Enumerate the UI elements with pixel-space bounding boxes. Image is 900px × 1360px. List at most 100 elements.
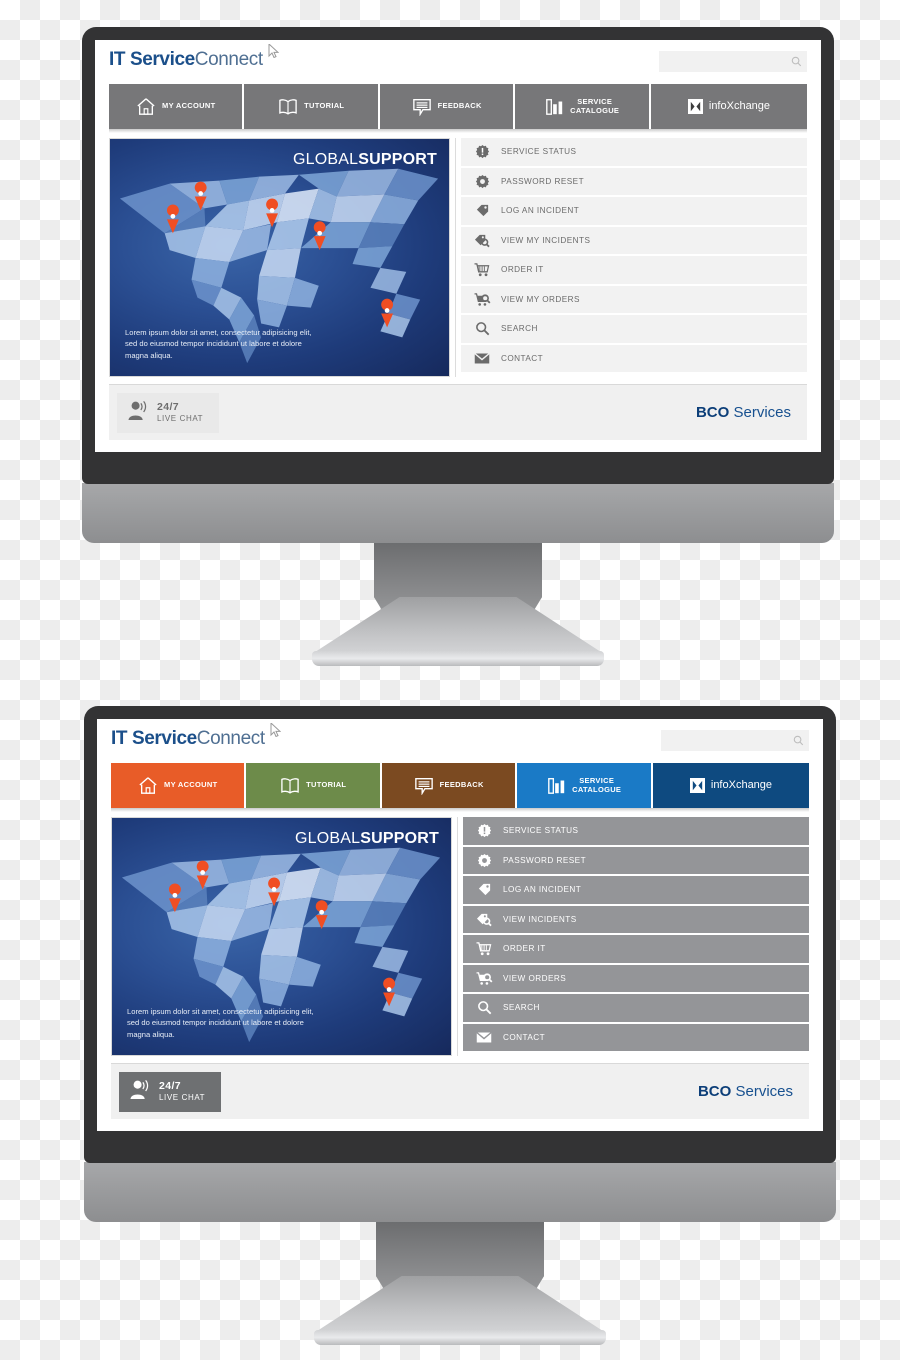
monitor-bottom: IT ServiceConnect MY ACCOUNT TUTORIAL FE… — [84, 706, 836, 1350]
nav-item-tutorial[interactable]: TUTORIAL — [244, 84, 378, 129]
sidebar-item-log-an-incident[interactable]: LOG AN INCIDENT — [461, 197, 807, 225]
tag-icon — [472, 203, 492, 218]
monitor-stand — [84, 1222, 836, 1350]
page-header: IT ServiceConnect — [111, 723, 809, 760]
sidebar-item-order-it[interactable]: ORDER IT — [461, 256, 807, 284]
site-logo[interactable]: IT ServiceConnect — [111, 723, 281, 750]
stand-flare — [314, 1276, 606, 1338]
hero-title-light: GLOBAL — [293, 151, 359, 168]
sidebar-item-view-my-incidents[interactable]: VIEW MY INCIDENTS — [461, 226, 807, 254]
hero-title-bold: SUPPORT — [358, 151, 437, 168]
gear-icon — [474, 853, 494, 868]
screen-bottom: IT ServiceConnect MY ACCOUNT TUTORIAL FE… — [97, 719, 823, 1131]
tag-icon — [474, 882, 494, 897]
cart-search-icon — [474, 971, 494, 986]
nav-label: TUTORIAL — [306, 780, 347, 790]
live-chat-button[interactable]: 24/7 LIVE CHAT — [117, 392, 220, 433]
sidebar-item-search[interactable]: SEARCH — [463, 994, 809, 1022]
infoxchange-logo-icon — [689, 778, 705, 793]
chat-secondary-label: LIVE CHAT — [157, 414, 204, 423]
sidebar-item-password-reset[interactable]: PASSWORD RESET — [461, 167, 807, 195]
hero-title-bold: SUPPORT — [360, 830, 439, 847]
sidebar-item-view-my-orders[interactable]: VIEW MY ORDERS — [461, 285, 807, 313]
nav-item-infoxchange[interactable]: infoXchange — [650, 84, 807, 129]
nav-item-my-account[interactable]: MY ACCOUNT — [109, 84, 243, 129]
nav-label: MY ACCOUNT — [164, 780, 218, 790]
site-logo[interactable]: IT ServiceConnect — [109, 44, 279, 71]
webpage-top: IT ServiceConnect MY ACCOUNT TUTORIAL FE… — [95, 40, 821, 452]
main-navigation: MY ACCOUNT TUTORIAL FEEDBACK SERVICE CAT… — [109, 84, 807, 129]
envelope-icon — [474, 1031, 494, 1044]
hero-title-light: GLOBAL — [295, 830, 361, 847]
bco-normal: Services — [729, 404, 791, 421]
nav-label: SERVICE CATALOGUE — [572, 775, 622, 794]
hero-banner[interactable]: GLOBALSUPPORT Lorem ipsum dolor sit amet… — [109, 138, 450, 377]
live-chat-button[interactable]: 24/7 LIVE CHAT — [119, 1071, 222, 1112]
sidebar-item-view-incidents[interactable]: VIEW INCIDENTS — [463, 905, 809, 933]
nav-item-service-catalogue[interactable]: SERVICE CATALOGUE — [515, 84, 649, 129]
envelope-icon — [472, 352, 492, 365]
headset-user-icon — [127, 1078, 152, 1105]
nav-shadow — [109, 129, 807, 133]
search-icon[interactable] — [793, 735, 804, 746]
nav-item-service-catalogue[interactable]: SERVICE CATALOGUE — [517, 763, 651, 808]
logo-bold-text: IT Service — [109, 49, 195, 70]
monitor-chin — [84, 1162, 836, 1222]
sidebar-item-password-reset[interactable]: PASSWORD RESET — [463, 846, 809, 874]
book-icon — [278, 98, 298, 116]
monitor-chin — [82, 483, 834, 543]
logo-bold-text: IT Service — [111, 728, 197, 749]
nav-item-tutorial[interactable]: TUTORIAL — [246, 763, 380, 808]
nav-item-feedback[interactable]: FEEDBACK — [379, 84, 514, 129]
sidebar-item-search[interactable]: SEARCH — [461, 315, 807, 343]
cart-search-icon — [472, 292, 492, 307]
sidebar-item-label: SEARCH — [503, 1003, 540, 1013]
bco-bold: BCO — [695, 404, 730, 421]
nav-item-infoxchange[interactable]: infoXchange — [652, 763, 809, 808]
home-icon — [136, 97, 156, 116]
sidebar-menu-top: SERVICE STATUS PASSWORD RESET LOG AN INC… — [461, 138, 807, 377]
sidebar-item-view-orders[interactable]: VIEW ORDERS — [463, 964, 809, 992]
chat-bubble-icon — [414, 776, 434, 795]
sidebar-item-label: LOG AN INCIDENT — [501, 206, 580, 216]
sidebar-item-label: SERVICE STATUS — [503, 826, 579, 836]
book-icon — [280, 777, 300, 795]
hero-banner[interactable]: GLOBALSUPPORT Lorem ipsum dolor sit amet… — [111, 817, 452, 1056]
bezel-bottom — [95, 452, 821, 484]
nav-item-feedback[interactable]: FEEDBACK — [381, 763, 516, 808]
search-icon[interactable] — [791, 56, 802, 67]
bco-bold: BCO — [697, 1083, 732, 1100]
monitor-top: IT ServiceConnect MY ACCOUNT TUTORIAL FE… — [82, 27, 834, 671]
sidebar-item-service-status[interactable]: SERVICE STATUS — [463, 817, 809, 845]
nav-item-my-account[interactable]: MY ACCOUNT — [111, 763, 245, 808]
tag-search-icon — [472, 233, 492, 248]
sidebar-item-label: ORDER IT — [503, 944, 546, 954]
bar-chart-icon — [545, 97, 564, 116]
monitor-bezel: IT ServiceConnect MY ACCOUNT TUTORIAL FE… — [84, 706, 836, 1163]
content-divider — [450, 138, 461, 377]
search-input[interactable] — [661, 730, 809, 751]
page-header: IT ServiceConnect — [109, 44, 807, 81]
nav-label: TUTORIAL — [304, 101, 345, 111]
stand-base — [314, 1330, 606, 1345]
sidebar-item-label: VIEW ORDERS — [503, 973, 567, 983]
bar-chart-icon — [547, 776, 566, 795]
infoxchange-logo-icon — [687, 99, 703, 114]
sidebar-item-log-an-incident[interactable]: LOG AN INCIDENT — [463, 876, 809, 904]
main-navigation: MY ACCOUNT TUTORIAL FEEDBACK SERVICE CAT… — [111, 763, 809, 808]
sidebar-item-order-it[interactable]: ORDER IT — [463, 935, 809, 963]
gear-alert-icon — [474, 823, 494, 838]
nav-shadow — [111, 808, 809, 812]
sidebar-item-contact[interactable]: CONTACT — [461, 344, 807, 372]
sidebar-item-contact[interactable]: CONTACT — [463, 1023, 809, 1051]
bco-services-logo: BCO Services — [696, 404, 791, 421]
sidebar-item-label: VIEW MY ORDERS — [501, 294, 580, 304]
sidebar-item-label: ORDER IT — [501, 265, 544, 275]
nav-label: MY ACCOUNT — [162, 101, 216, 111]
chat-secondary-label: LIVE CHAT — [159, 1093, 206, 1102]
sidebar-item-service-status[interactable]: SERVICE STATUS — [461, 138, 807, 166]
sidebar-item-label: VIEW MY INCIDENTS — [501, 235, 591, 245]
nav-label: SERVICE CATALOGUE — [570, 96, 620, 115]
chat-bubble-icon — [412, 97, 432, 116]
search-input[interactable] — [659, 51, 807, 72]
